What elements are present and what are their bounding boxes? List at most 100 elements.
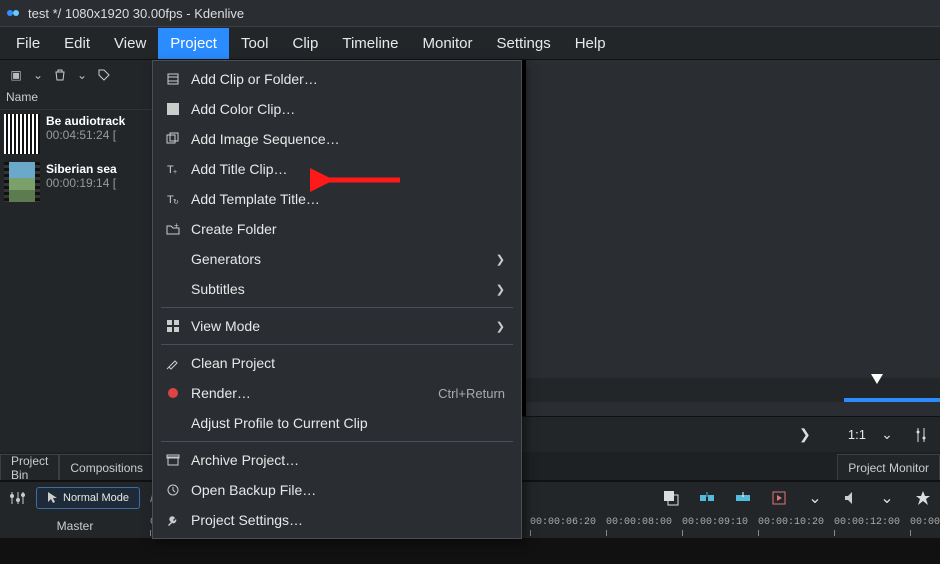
menu-subtitles[interactable]: Subtitles ❯: [153, 274, 521, 304]
bin-toolbar: ▣ ⌄ ⌄: [0, 60, 152, 90]
chevron-down-icon[interactable]: ⌄: [878, 489, 896, 507]
chevron-right-icon: ❯: [496, 283, 505, 296]
timeline-tick: 00:00:09:10: [682, 517, 748, 528]
menu-edit[interactable]: Edit: [52, 28, 102, 59]
menu-file[interactable]: File: [4, 28, 52, 59]
next-icon[interactable]: ❯: [792, 422, 818, 448]
app-logo-icon: [6, 6, 20, 20]
list-item[interactable]: Siberian sea 00:00:19:14 [: [0, 158, 152, 206]
project-bin-panel: ▣ ⌄ ⌄ Name Be audiotrack 00:04:51:24 [: [0, 60, 152, 480]
favorite-icon[interactable]: [914, 489, 932, 507]
chevron-down-icon[interactable]: ⌄: [806, 489, 824, 507]
svg-text:+: +: [173, 169, 177, 176]
menu-label: Create Folder: [191, 221, 505, 237]
menu-label: Generators: [191, 251, 496, 267]
chevron-right-icon: ❯: [496, 253, 505, 266]
menu-label: Add Image Sequence…: [191, 131, 505, 147]
film-icon: [163, 72, 183, 86]
image-sequence-icon: [163, 132, 183, 146]
menu-label: Open Backup File…: [191, 482, 505, 498]
broom-icon: [163, 356, 183, 370]
timeline-tick: 00:00:13:1: [910, 517, 940, 528]
bin-column-header[interactable]: Name: [0, 90, 152, 110]
audio-icon[interactable]: [842, 489, 860, 507]
menu-label: Render…: [191, 385, 438, 401]
menu-monitor[interactable]: Monitor: [410, 28, 484, 59]
menu-project[interactable]: Project: [158, 28, 229, 59]
menu-help[interactable]: Help: [563, 28, 618, 59]
chevron-down-icon[interactable]: ⌄: [874, 422, 900, 448]
tag-icon[interactable]: [96, 67, 112, 83]
svg-text:+: +: [174, 222, 179, 230]
clip-title: Be audiotrack: [46, 114, 125, 128]
menu-label: Add Clip or Folder…: [191, 71, 505, 87]
menu-label: Add Color Clip…: [191, 101, 505, 117]
menu-timeline[interactable]: Timeline: [330, 28, 410, 59]
wrench-icon: [163, 513, 183, 527]
menu-add-color-clip[interactable]: Add Color Clip…: [153, 94, 521, 124]
menu-archive-project[interactable]: Archive Project…: [153, 445, 521, 475]
menu-label: Clean Project: [191, 355, 505, 371]
menu-clip[interactable]: Clip: [281, 28, 331, 59]
menu-clean-project[interactable]: Clean Project: [153, 348, 521, 378]
archive-icon: [163, 453, 183, 467]
playhead-marker-icon[interactable]: [869, 372, 885, 386]
menu-label: Adjust Profile to Current Clip: [191, 415, 505, 431]
menu-generators[interactable]: Generators ❯: [153, 244, 521, 274]
title-icon: T+: [163, 162, 183, 176]
add-icon[interactable]: ▣: [8, 67, 24, 83]
master-track-label[interactable]: Master: [0, 514, 150, 538]
normal-mode-button[interactable]: Normal Mode: [36, 487, 140, 509]
tab-project-monitor[interactable]: Project Monitor: [837, 454, 940, 480]
menu-create-folder[interactable]: + Create Folder: [153, 214, 521, 244]
menu-tool[interactable]: Tool: [229, 28, 281, 59]
preview-render-icon[interactable]: [770, 489, 788, 507]
menu-label: Subtitles: [191, 281, 496, 297]
tab-compositions[interactable]: Compositions: [59, 454, 154, 480]
insert-icon[interactable]: [698, 489, 716, 507]
overlay-icon[interactable]: [662, 489, 680, 507]
chevron-down-icon[interactable]: ⌄: [74, 67, 90, 83]
menubar: File Edit View Project Tool Clip Timelin…: [0, 26, 940, 60]
overwrite-icon[interactable]: [734, 489, 752, 507]
menu-separator: [161, 344, 513, 345]
zoom-ratio[interactable]: 1:1: [848, 427, 866, 442]
menu-add-image-sequence[interactable]: Add Image Sequence…: [153, 124, 521, 154]
menu-adjust-profile[interactable]: Adjust Profile to Current Clip: [153, 408, 521, 438]
timeline-tick: 00:00:08:00: [606, 517, 672, 528]
clip-duration: 00:00:19:14 [: [46, 176, 117, 190]
cursor-icon: [47, 491, 57, 506]
clip-title: Siberian sea: [46, 162, 117, 176]
bin-list: Be audiotrack 00:04:51:24 [ Siberian sea…: [0, 110, 152, 452]
color-clip-icon: [163, 102, 183, 116]
timeline-tick: 00:00:06:20: [530, 517, 596, 528]
menu-shortcut: Ctrl+Return: [438, 386, 505, 401]
menu-separator: [161, 441, 513, 442]
sliders-icon[interactable]: [8, 489, 26, 507]
chevron-down-icon[interactable]: ⌄: [30, 67, 46, 83]
menu-project-settings[interactable]: Project Settings…: [153, 505, 521, 535]
timeline-tick: 00:00:12:00: [834, 517, 900, 528]
list-item[interactable]: Be audiotrack 00:04:51:24 [: [0, 110, 152, 158]
menu-label: Project Settings…: [191, 512, 505, 528]
clip-thumbnail: [4, 114, 40, 154]
titlebar: test */ 1080x1920 30.00fps - Kdenlive: [0, 0, 940, 26]
template-title-icon: T↻: [163, 192, 183, 206]
menu-settings[interactable]: Settings: [485, 28, 563, 59]
annotation-arrow-icon: [310, 168, 410, 203]
settings-icon[interactable]: [908, 422, 934, 448]
menu-render[interactable]: Render… Ctrl+Return: [153, 378, 521, 408]
menu-add-clip[interactable]: Add Clip or Folder…: [153, 64, 521, 94]
delete-icon[interactable]: [52, 67, 68, 83]
mode-label: Normal Mode: [63, 492, 129, 504]
menu-label: View Mode: [191, 318, 496, 334]
menu-open-backup[interactable]: Open Backup File…: [153, 475, 521, 505]
zone-indicator[interactable]: [844, 398, 940, 402]
project-menu-dropdown: Add Clip or Folder… Add Color Clip… Add …: [152, 60, 522, 539]
record-icon: [163, 386, 183, 400]
tab-project-bin[interactable]: Project Bin: [0, 454, 59, 480]
clock-icon: [163, 483, 183, 497]
grid-icon: [163, 319, 183, 333]
menu-view-mode[interactable]: View Mode ❯: [153, 311, 521, 341]
menu-view[interactable]: View: [102, 28, 158, 59]
